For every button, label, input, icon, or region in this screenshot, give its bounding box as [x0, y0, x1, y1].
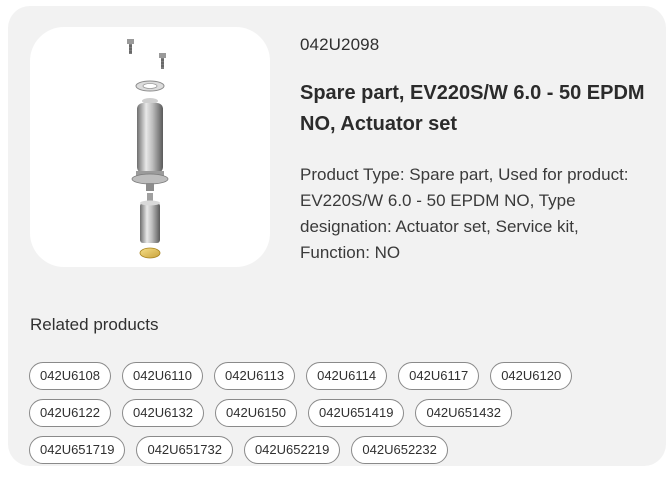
related-product-chip[interactable]: 042U652232 [351, 436, 448, 464]
related-product-chip[interactable]: 042U651719 [29, 436, 126, 464]
related-product-chip[interactable]: 042U6113 [214, 362, 296, 390]
related-product-chip[interactable]: 042U651732 [136, 436, 233, 464]
related-products-list: 042U6108 042U6110 042U6113 042U6114 042U… [29, 362, 659, 473]
armature-tube-icon [131, 98, 169, 191]
related-product-chip[interactable]: 042U652219 [243, 436, 341, 464]
screw-left-icon [127, 39, 134, 54]
related-products-heading: Related products [30, 315, 159, 334]
related-product-chip[interactable]: 042U651419 [308, 399, 405, 427]
seal-disc-icon [139, 247, 161, 259]
related-product-chip[interactable]: 042U6132 [122, 399, 204, 427]
product-description: Product Type: Spare part, Used for produ… [300, 165, 629, 262]
related-product-chip[interactable]: 042U651432 [415, 399, 512, 427]
related-product-chip[interactable]: 042U6120 [490, 362, 573, 390]
screw-right-icon [159, 53, 166, 69]
product-sku: 042U2098 [300, 35, 380, 54]
related-products-row: 042U6108 042U6110 042U6113 042U6114 042U… [29, 362, 659, 390]
plunger-icon [140, 200, 160, 243]
related-products-row: 042U651719 042U651732 042U652219 042U652… [29, 436, 659, 464]
product-image[interactable] [30, 27, 270, 267]
related-product-chip[interactable]: 042U6114 [306, 362, 388, 390]
related-product-chip[interactable]: 042U6108 [29, 362, 111, 390]
spring-icon [147, 193, 153, 201]
related-product-chip[interactable]: 042U6110 [122, 362, 204, 390]
related-products-row: 042U6122 042U6132 042U6150 042U651419 04… [29, 399, 659, 427]
related-product-chip[interactable]: 042U6122 [29, 399, 111, 427]
actuator-set-illustration [127, 39, 169, 259]
product-card: 042U2098 Spare part, EV220S/W 6.0 - 50 E… [8, 6, 666, 466]
related-product-chip[interactable]: 042U6117 [398, 362, 480, 390]
related-product-chip[interactable]: 042U6150 [215, 399, 297, 427]
product-title[interactable]: Spare part, EV220S/W 6.0 - 50 EPDM NO, A… [300, 78, 650, 140]
